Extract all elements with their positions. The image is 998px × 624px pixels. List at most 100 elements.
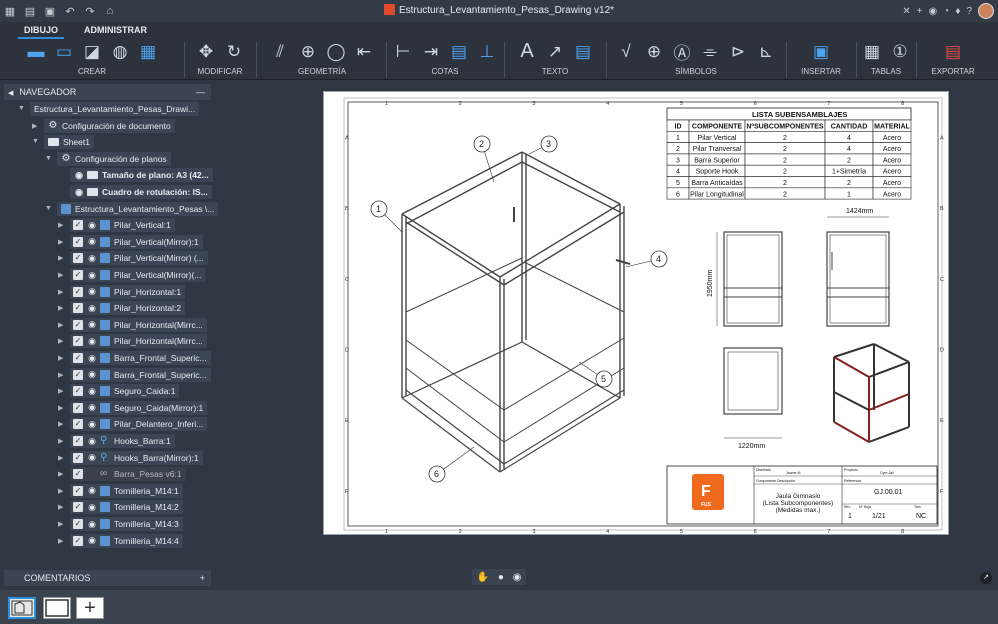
eye-icon[interactable]: ◉: [87, 270, 97, 281]
visibility-checkbox[interactable]: ✓: [73, 386, 83, 397]
expand-arrow-icon[interactable]: ▶: [58, 387, 63, 395]
detail-view-icon[interactable]: ◍: [109, 41, 131, 63]
eye-icon[interactable]: ◉: [87, 369, 97, 380]
close-tab-icon[interactable]: ✕: [902, 6, 910, 17]
fit-icon[interactable]: ◉: [513, 572, 522, 583]
expand-arrow-icon[interactable]: ▶: [58, 271, 63, 279]
center-mark-icon[interactable]: ⊕: [297, 41, 319, 63]
chain-icon[interactable]: ⊥: [476, 41, 498, 63]
expand-arrow-icon[interactable]: ▶: [58, 288, 63, 296]
expand-arrow-icon[interactable]: ▶: [58, 420, 63, 428]
eye-icon[interactable]: ◉: [87, 353, 97, 364]
jobs-icon[interactable]: ◔: [943, 6, 949, 17]
save-icon[interactable]: ▣: [40, 0, 60, 22]
visibility-checkbox[interactable]: ✓: [73, 319, 83, 330]
table-icon[interactable]: ▦: [861, 41, 883, 63]
eye-icon[interactable]: ◉: [74, 187, 84, 198]
tree-item[interactable]: ✓ ◉ Pilar_Vertical(Mirror):1: [70, 234, 203, 249]
visibility-checkbox[interactable]: ✓: [73, 519, 83, 529]
visibility-checkbox[interactable]: ✓: [73, 502, 83, 513]
avatar[interactable]: [978, 3, 994, 19]
expand-arrow-icon[interactable]: ▼: [45, 205, 52, 212]
tree-item[interactable]: ✓ ◉ Pilar_Horizontal:1: [70, 284, 186, 299]
eye-icon[interactable]: ◉: [87, 253, 97, 264]
expand-arrow-icon[interactable]: ▶: [58, 520, 63, 528]
eye-icon[interactable]: ◉: [87, 452, 97, 463]
eye-icon[interactable]: ◉: [87, 402, 97, 413]
eye-icon[interactable]: ◉: [87, 336, 97, 347]
visibility-checkbox[interactable]: ✓: [73, 286, 83, 297]
eye-icon[interactable]: ◉: [87, 286, 97, 297]
notifications-icon[interactable]: ♦: [955, 6, 960, 17]
expand-arrow-icon[interactable]: ▶: [58, 487, 63, 495]
visibility-checkbox[interactable]: ✓: [73, 303, 83, 314]
tree-item[interactable]: ✓ ◉ Seguro_Caida:1: [70, 384, 180, 399]
text-icon[interactable]: A: [516, 40, 538, 63]
expand-arrow-icon[interactable]: ▶: [58, 304, 63, 312]
tree-item[interactable]: ✓ ◉ Barra_Frontal_Superic...: [70, 367, 211, 382]
visibility-checkbox[interactable]: ✓: [73, 369, 83, 380]
group-texto[interactable]: A ↗ ▤ TEXTO: [506, 39, 604, 79]
eye-icon[interactable]: ◉: [87, 436, 97, 447]
expand-arrow-icon[interactable]: ▶: [58, 354, 63, 362]
tree-item[interactable]: ✓ ◉ Seguro_Caida(Mirror):1: [70, 400, 208, 415]
navigator-header[interactable]: ◀ NAVEGADOR —: [4, 84, 211, 100]
section-view-icon[interactable]: ◪: [81, 41, 103, 63]
tree-item[interactable]: ✓ ◉ ⚲ Hooks_Barra:1: [70, 434, 175, 448]
expand-arrow-icon[interactable]: ▶: [32, 122, 37, 130]
expand-arrow-icon[interactable]: ▶: [58, 537, 63, 545]
export-pdf-icon[interactable]: ▤: [942, 41, 964, 63]
break-view-icon[interactable]: ▦: [137, 41, 159, 63]
tab-administrar[interactable]: ADMINISTRAR: [78, 23, 153, 39]
pan-icon[interactable]: ✋: [476, 572, 488, 583]
eye-icon[interactable]: ◉: [87, 386, 97, 397]
eye-icon[interactable]: ◉: [87, 519, 97, 530]
home-icon[interactable]: ⌂: [100, 0, 120, 22]
tree-item[interactable]: ✓ ◉ Pilar_Horizontal(Mirrc...: [70, 334, 207, 349]
balloon-icon[interactable]: ①: [889, 41, 911, 63]
eye-icon[interactable]: ◉: [87, 419, 97, 430]
insert-image-icon[interactable]: ▣: [810, 41, 832, 63]
tree-item[interactable]: ✓◉∞Barra_Pesas v6:1: [70, 467, 186, 482]
note-icon[interactable]: ▤: [572, 41, 594, 63]
expand-arrow-icon[interactable]: ▶: [58, 221, 63, 229]
expand-arrow-icon[interactable]: ▶: [58, 503, 63, 511]
undo-icon[interactable]: ↶: [60, 0, 80, 22]
expand-arrow-icon[interactable]: ▶: [58, 238, 63, 246]
expand-arrow-icon[interactable]: ▶: [58, 337, 63, 345]
group-modificar[interactable]: ✥ ↻ MODIFICAR: [186, 39, 254, 79]
add-sheet-button[interactable]: +: [76, 597, 104, 619]
group-tablas[interactable]: ▦ ① TABLAS: [858, 39, 914, 79]
fcf-icon[interactable]: ⊕: [643, 41, 665, 63]
group-exportar[interactable]: ▤ EXPORTAR: [918, 39, 988, 79]
surface-icon[interactable]: √: [615, 41, 637, 63]
ordinate-icon[interactable]: ⇥: [420, 41, 442, 63]
tree-item[interactable]: Estructura_Levantamiento_Pesas_Drawi...: [30, 102, 200, 116]
visibility-checkbox[interactable]: ✓: [73, 220, 83, 231]
dimension-icon[interactable]: ⊢: [392, 41, 414, 63]
tree-item[interactable]: ✓ ◉ Tornilleria_M14:1: [70, 483, 183, 498]
expand-arrow-icon[interactable]: ▼: [45, 155, 52, 162]
leader-icon[interactable]: ↗: [544, 41, 566, 63]
weld-icon[interactable]: ⌯: [699, 41, 721, 63]
eye-icon[interactable]: ◉: [87, 236, 97, 247]
visibility-checkbox[interactable]: ✓: [73, 452, 83, 463]
redo-icon[interactable]: ↷: [80, 0, 100, 22]
eye-icon[interactable]: ◉: [87, 485, 97, 496]
visibility-checkbox[interactable]: ✓: [73, 469, 83, 480]
taper-icon[interactable]: ⊳: [727, 41, 749, 63]
eye-icon[interactable]: ◉: [87, 303, 97, 314]
base-view-icon[interactable]: ▬: [25, 41, 47, 63]
tree-item[interactable]: ✓ ◉ Tornilleria_M14:3: [70, 517, 183, 531]
grid-menu-icon[interactable]: ▦: [0, 0, 20, 22]
eye-icon[interactable]: ◉: [87, 319, 97, 330]
tree-item[interactable]: ◉ Cuadro de rotulación: IS...: [70, 185, 212, 199]
circle-center-icon[interactable]: ◯: [325, 41, 347, 63]
sheet-thumbnail-2[interactable]: [43, 597, 71, 619]
group-geometria[interactable]: ⫽ ⊕ ◯ ⇤ GEOMETRÍA: [258, 39, 386, 79]
tree-item[interactable]: ⚙ Configuración de documento: [44, 118, 175, 133]
eye-icon[interactable]: ◉: [87, 220, 97, 231]
tree-item[interactable]: ◉ Tamaño de plano: A3 (42...: [70, 168, 213, 183]
edge-extension-icon[interactable]: ⇤: [353, 41, 375, 63]
visibility-checkbox[interactable]: ✓: [73, 353, 83, 363]
